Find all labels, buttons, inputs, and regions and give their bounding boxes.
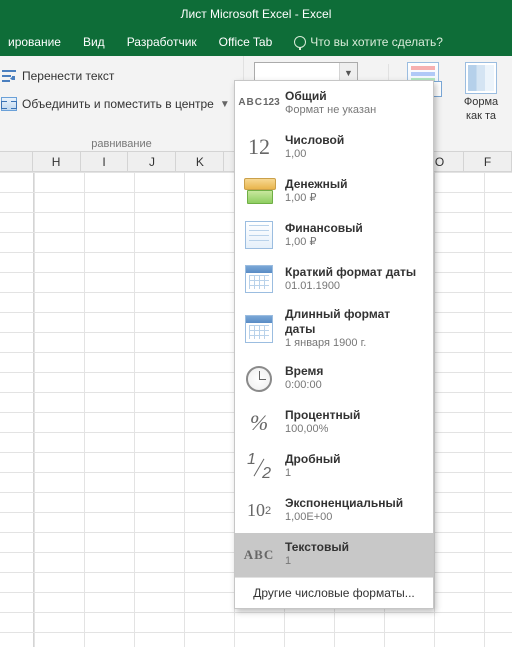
tab-formatting[interactable]: ирование (8, 35, 61, 49)
format-number[interactable]: 12 Числовой1,00 (235, 125, 433, 169)
alignment-group: Перенести текст Объединить и поместить в… (0, 56, 244, 152)
format-text[interactable]: ABC Текстовый1 (235, 533, 433, 577)
accounting-format-icon (243, 219, 275, 251)
format-general[interactable]: ABC123 ОбщийФормат не указан (235, 81, 433, 125)
number-format-dropdown: ABC123 ОбщийФормат не указан 12 Числовой… (234, 80, 434, 609)
format-short-date[interactable]: Краткий формат даты01.01.1900 (235, 257, 433, 301)
general-format-icon: ABC123 (243, 87, 275, 119)
wrap-text-button[interactable]: Перенести текст (0, 62, 235, 90)
lightbulb-icon (294, 36, 306, 48)
merge-center-button[interactable]: Объединить и поместить в центре ▼ (0, 90, 235, 118)
percentage-format-icon: % (243, 407, 275, 439)
format-time[interactable]: Время0:00:00 (235, 357, 433, 401)
chevron-down-icon[interactable]: ▼ (220, 99, 230, 110)
time-format-icon (243, 363, 275, 395)
format-as-table-button[interactable]: Форма как та (458, 60, 504, 150)
short-date-format-icon (243, 263, 275, 295)
window-title: Лист Microsoft Excel - Excel (181, 7, 332, 21)
more-number-formats[interactable]: Другие числовые форматы... (235, 577, 433, 608)
currency-format-icon (243, 175, 275, 207)
col-header[interactable]: J (128, 152, 176, 171)
merge-center-icon (0, 95, 18, 113)
alignment-group-label: равнивание (0, 138, 243, 150)
format-as-table-label-1: Форма (464, 96, 498, 108)
format-accounting[interactable]: Финансовый1,00 ₽ (235, 213, 433, 257)
wrap-text-icon (0, 67, 18, 85)
col-header[interactable]: H (33, 152, 81, 171)
tab-view[interactable]: Вид (83, 35, 105, 49)
format-long-date[interactable]: Длинный формат даты1 января 1900 г. (235, 301, 433, 357)
format-as-table-icon (465, 62, 497, 94)
col-header[interactable] (0, 152, 33, 171)
merge-center-label: Объединить и поместить в центре (22, 97, 214, 111)
format-currency[interactable]: Денежный1,00 ₽ (235, 169, 433, 213)
format-percentage[interactable]: % Процентный100,00% (235, 401, 433, 445)
format-scientific[interactable]: 102 Экспоненциальный1,00E+00 (235, 489, 433, 533)
wrap-text-label: Перенести текст (22, 69, 114, 83)
number-format-icon: 12 (243, 131, 275, 163)
title-bar: Лист Microsoft Excel - Excel (0, 0, 512, 28)
tab-developer[interactable]: Разработчик (127, 35, 197, 49)
col-header[interactable]: F (464, 152, 512, 171)
text-format-icon: ABC (243, 539, 275, 571)
ribbon-tabs: ирование Вид Разработчик Office Tab Что … (0, 28, 512, 56)
tell-me-search[interactable]: Что вы хотите сделать? (294, 35, 443, 49)
scientific-format-icon: 102 (243, 495, 275, 527)
tab-office-tab[interactable]: Office Tab (219, 35, 273, 49)
col-header[interactable]: I (81, 152, 129, 171)
tell-me-label: Что вы хотите сделать? (310, 35, 443, 49)
col-header[interactable]: K (176, 152, 224, 171)
format-fraction[interactable]: 12 Дробный1 (235, 445, 433, 489)
format-as-table-label-2: как та (466, 110, 496, 122)
fraction-format-icon: 12 (243, 451, 275, 483)
long-date-format-icon (243, 313, 275, 345)
